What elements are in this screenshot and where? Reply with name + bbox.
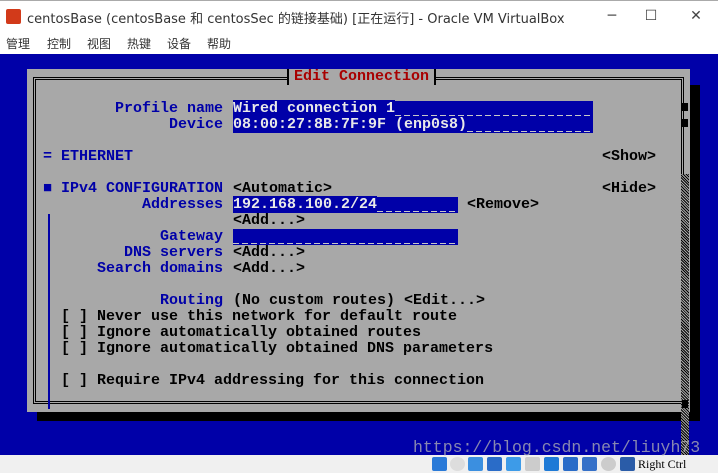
shared-folders-icon[interactable] bbox=[525, 457, 540, 471]
scroll-down-icon[interactable] bbox=[682, 400, 688, 408]
require-ipv4-label: Require IPv4 addressing for this connect… bbox=[97, 372, 485, 389]
title-bar: centosBase (centosBase 和 centosSec 的链接基础… bbox=[0, 0, 718, 31]
add-search-domain-button[interactable]: <Add...> bbox=[233, 261, 305, 277]
ethernet-marker: = bbox=[43, 148, 53, 165]
routing-label: Routing bbox=[160, 292, 224, 309]
hard-disk-icon[interactable] bbox=[432, 457, 447, 471]
device-input[interactable]: 08:00:27:8B:7F:9F (enp0s8) bbox=[233, 116, 593, 133]
menu-devices[interactable]: 设备 bbox=[167, 35, 191, 52]
mouse-integration-icon[interactable] bbox=[601, 457, 616, 471]
dns-servers-label: DNS servers bbox=[124, 244, 224, 261]
ipv4-section-line bbox=[48, 214, 50, 409]
ipv4-marker: ■ bbox=[43, 180, 53, 197]
remove-address-button[interactable]: <Remove> bbox=[467, 197, 539, 213]
video-capture-icon[interactable] bbox=[563, 457, 578, 471]
search-domains-label: Search domains bbox=[97, 260, 224, 277]
host-key-label: Right Ctrl bbox=[638, 457, 687, 471]
ipv4-mode-select[interactable]: <Automatic> bbox=[233, 181, 332, 197]
menu-help[interactable]: 帮助 bbox=[207, 35, 231, 52]
vm-screen[interactable]: Edit Connection Profile name Wired conne… bbox=[0, 54, 718, 464]
virtualbox-icon bbox=[6, 9, 21, 24]
audio-icon[interactable] bbox=[468, 457, 483, 471]
optical-drive-icon[interactable] bbox=[450, 457, 465, 471]
maximize-button[interactable]: ☐ bbox=[636, 5, 666, 27]
display-icon[interactable] bbox=[544, 457, 559, 471]
profile-name-label: Profile name bbox=[115, 100, 224, 117]
scrollbar[interactable] bbox=[681, 174, 689, 464]
window-title: centosBase (centosBase 和 centosSec 的链接基础… bbox=[27, 12, 565, 27]
network-icon[interactable] bbox=[487, 457, 502, 471]
ipv4-heading: IPv4 CONFIGURATION bbox=[61, 180, 224, 197]
usb-icon[interactable] bbox=[506, 457, 521, 471]
addresses-label: Addresses bbox=[142, 196, 224, 213]
add-address-button[interactable]: <Add...> bbox=[233, 213, 305, 229]
dialog-shadow bbox=[690, 85, 700, 420]
ignore-dns-label: Ignore automatically obtained DNS parame… bbox=[97, 340, 494, 357]
menu-hotkey[interactable]: 热键 bbox=[127, 35, 151, 52]
require-ipv4-checkbox[interactable]: [ ] bbox=[61, 373, 88, 389]
ignore-dns-checkbox[interactable]: [ ] bbox=[61, 341, 88, 357]
never-default-route-checkbox[interactable]: [ ] bbox=[61, 309, 88, 325]
ignore-routes-label: Ignore automatically obtained routes bbox=[97, 324, 422, 341]
ethernet-show-button[interactable]: <Show> bbox=[602, 149, 656, 165]
menu-manage[interactable]: 管理 bbox=[6, 35, 30, 52]
routing-value: (No custom routes) bbox=[233, 292, 396, 309]
ipv4-hide-button[interactable]: <Hide> bbox=[602, 181, 656, 197]
gateway-input[interactable] bbox=[233, 229, 458, 245]
never-default-route-label: Never use this network for default route bbox=[97, 308, 458, 325]
dialog-title: Edit Connection bbox=[287, 69, 437, 85]
gateway-label: Gateway bbox=[160, 228, 224, 245]
virtualization-icon[interactable] bbox=[582, 457, 597, 471]
ignore-routes-checkbox[interactable]: [ ] bbox=[61, 325, 88, 341]
watermark: https://blog.csdn.net/liuyh73 bbox=[413, 438, 701, 457]
address-input[interactable]: 192.168.100.2/24 bbox=[233, 196, 458, 213]
status-bar: Right Ctrl bbox=[0, 455, 718, 473]
keyboard-capture-icon[interactable] bbox=[620, 457, 635, 471]
scroll-up-icon[interactable] bbox=[682, 103, 688, 111]
menu-control[interactable]: 控制 bbox=[47, 35, 71, 52]
device-label: Device bbox=[169, 116, 224, 133]
add-dns-button[interactable]: <Add...> bbox=[233, 245, 305, 261]
close-button[interactable]: ✕ bbox=[681, 5, 711, 27]
edit-connection-dialog: Edit Connection Profile name Wired conne… bbox=[27, 69, 690, 464]
minimize-button[interactable]: ─ bbox=[597, 5, 627, 27]
menu-bar: 管理 控制 视图 热键 设备 帮助 bbox=[0, 31, 718, 54]
menu-view[interactable]: 视图 bbox=[87, 35, 111, 52]
profile-name-input[interactable]: Wired connection 1 bbox=[233, 100, 593, 117]
ethernet-heading: ETHERNET bbox=[61, 148, 134, 165]
scroll-thumb[interactable] bbox=[682, 119, 688, 127]
edit-routes-button[interactable]: <Edit...> bbox=[404, 293, 485, 309]
dialog-shadow bbox=[37, 411, 700, 421]
